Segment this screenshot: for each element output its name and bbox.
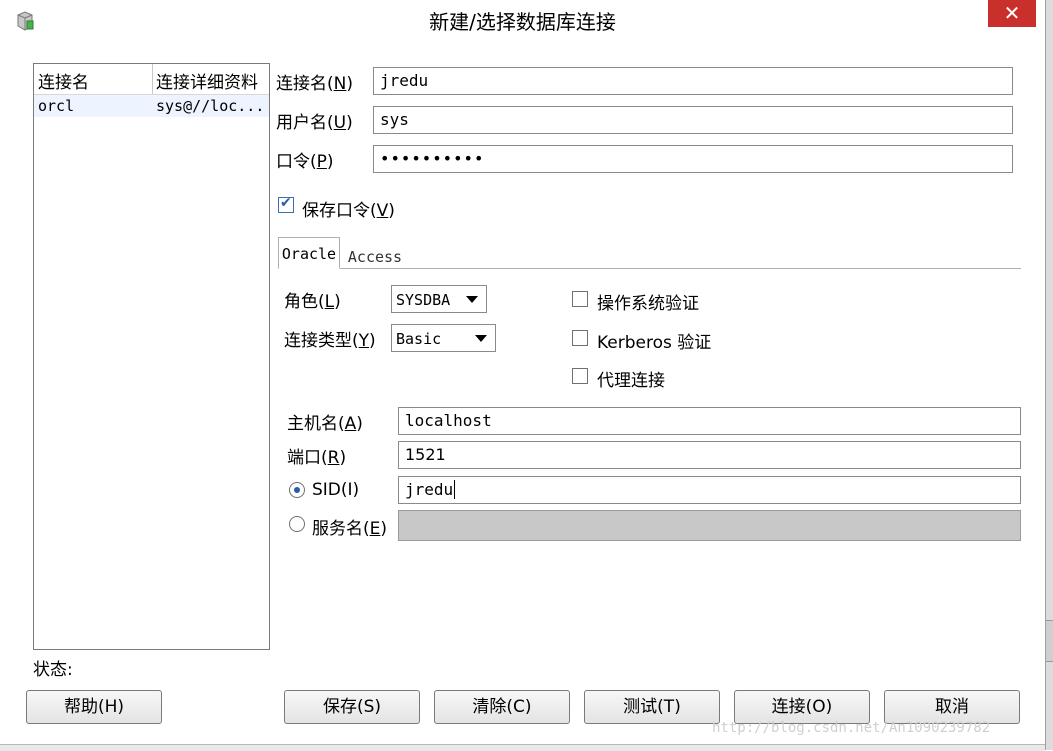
proxy-checkbox[interactable] bbox=[572, 368, 588, 384]
status-label: 状态: bbox=[33, 660, 73, 680]
port-input[interactable]: 1521 bbox=[398, 441, 1021, 469]
proxy-label[interactable]: 代理连接 bbox=[597, 366, 665, 391]
row-conn-name: orcl bbox=[38, 97, 75, 115]
service-input bbox=[398, 510, 1021, 541]
close-button[interactable]: ✕ bbox=[988, 0, 1036, 27]
column-header-details[interactable]: 连接详细资料 bbox=[156, 68, 258, 93]
sid-label[interactable]: SID(I) bbox=[312, 480, 359, 500]
cancel-button[interactable]: 取消 bbox=[884, 690, 1020, 724]
os-auth-checkbox[interactable] bbox=[572, 291, 588, 307]
tab-strip-line bbox=[278, 268, 1021, 269]
password-input[interactable]: •••••••••• bbox=[373, 145, 1013, 173]
text-cursor bbox=[454, 480, 456, 499]
port-label: 端口(R) bbox=[287, 448, 347, 468]
connection-list[interactable]: 连接名 连接详细资料 orcl sys@//loc... bbox=[33, 63, 270, 650]
chevron-down-icon bbox=[466, 296, 478, 303]
close-icon: ✕ bbox=[1003, 1, 1021, 25]
connection-list-header: 连接名 连接详细资料 bbox=[34, 64, 269, 95]
host-input[interactable]: localhost bbox=[398, 407, 1021, 435]
save-password-label[interactable]: 保存口令(V) bbox=[302, 196, 395, 221]
username-label: 用户名(U) bbox=[276, 113, 353, 133]
tab-access[interactable]: Access bbox=[342, 241, 408, 268]
column-header-name[interactable]: 连接名 bbox=[38, 68, 89, 93]
service-label[interactable]: 服务名(E) bbox=[312, 514, 387, 539]
background-window-edge bbox=[1045, 0, 1053, 750]
conn-type-select[interactable]: Basic bbox=[391, 324, 496, 352]
role-select[interactable]: SYSDBA bbox=[391, 285, 487, 313]
conn-name-label: 连接名(N) bbox=[276, 74, 353, 94]
tab-oracle[interactable]: Oracle bbox=[278, 237, 340, 269]
connect-button[interactable]: 连接(O) bbox=[734, 690, 870, 724]
save-password-checkbox[interactable] bbox=[278, 195, 294, 213]
conn-type-label: 连接类型(Y) bbox=[284, 331, 376, 351]
window-title: 新建/选择数据库连接 bbox=[429, 10, 616, 34]
table-row[interactable]: orcl sys@//loc... bbox=[34, 95, 269, 117]
chevron-down-icon bbox=[475, 335, 487, 342]
column-divider[interactable] bbox=[152, 64, 153, 94]
help-button[interactable]: 帮助(H) bbox=[26, 690, 162, 724]
role-select-value: SYSDBA bbox=[396, 291, 451, 309]
save-button[interactable]: 保存(S) bbox=[284, 690, 420, 724]
row-conn-details: sys@//loc... bbox=[156, 97, 265, 115]
username-input[interactable]: sys bbox=[373, 106, 1013, 134]
sid-input-value: jredu bbox=[405, 480, 454, 499]
test-button[interactable]: 测试(T) bbox=[584, 690, 720, 724]
role-label: 角色(L) bbox=[284, 292, 341, 312]
os-auth-label[interactable]: 操作系统验证 bbox=[597, 289, 699, 314]
conn-name-input[interactable]: jredu bbox=[373, 67, 1013, 95]
sid-input[interactable]: jredu bbox=[398, 476, 1021, 504]
conn-type-select-value: Basic bbox=[396, 330, 442, 348]
sid-radio[interactable] bbox=[289, 482, 305, 498]
kerberos-label[interactable]: Kerberos 验证 bbox=[597, 328, 711, 353]
watermark: http://blog.csdn.net/An1090239782 bbox=[712, 720, 991, 736]
title-bar: 新建/选择数据库连接 ✕ bbox=[0, 0, 1053, 42]
kerberos-checkbox[interactable] bbox=[572, 330, 588, 346]
host-label: 主机名(A) bbox=[287, 414, 363, 434]
service-radio[interactable] bbox=[289, 516, 305, 532]
password-label: 口令(P) bbox=[276, 152, 334, 172]
clear-button[interactable]: 清除(C) bbox=[434, 690, 570, 724]
